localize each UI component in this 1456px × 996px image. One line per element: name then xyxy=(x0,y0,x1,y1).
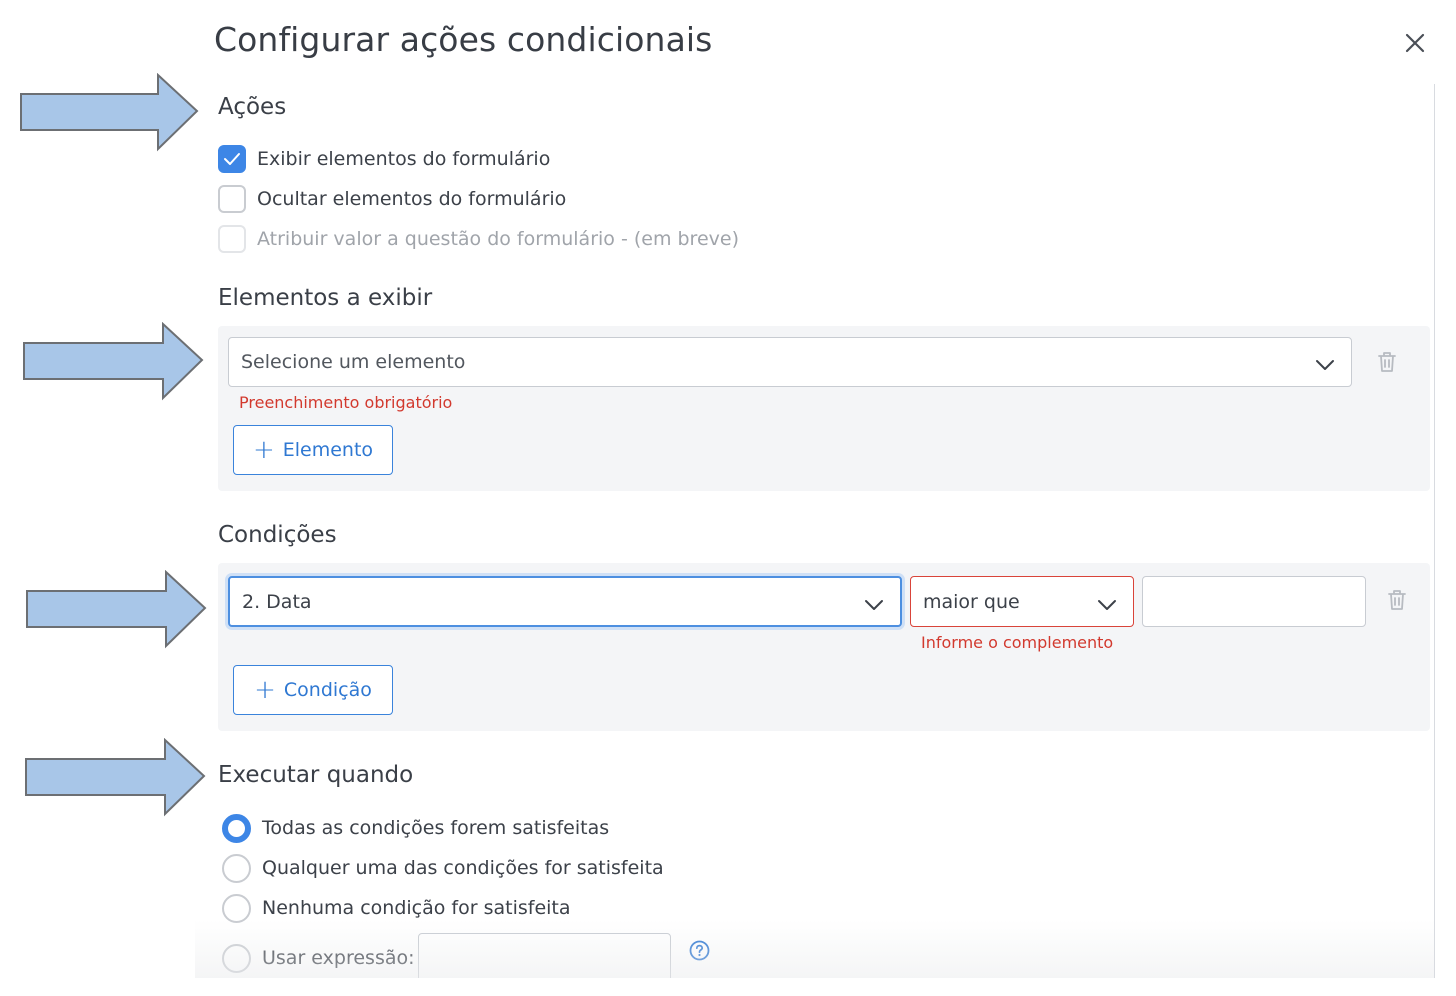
checkbox-disabled xyxy=(218,225,246,253)
element-error-message: Preenchimento obrigatório xyxy=(239,393,453,412)
checkbox-checked[interactable] xyxy=(218,145,246,173)
annotation-arrow-acoes-icon xyxy=(20,73,200,153)
condition-operator-select[interactable]: maior que xyxy=(910,576,1134,627)
checkbox-unchecked[interactable] xyxy=(218,185,246,213)
radio-unselected[interactable] xyxy=(222,853,251,883)
complement-error-message: Informe o complemento xyxy=(921,633,1114,652)
dialog-scroll-edge xyxy=(1434,84,1435,980)
checkbox-label-disabled: Atribuir valor a questão do formulário -… xyxy=(257,228,739,250)
section-title-executar: Executar quando xyxy=(218,762,414,788)
condition-operator-value: maior que xyxy=(923,590,1020,613)
radio-selected[interactable] xyxy=(222,813,251,843)
condition-field-value: 2. Data xyxy=(242,590,312,613)
radio-unselected[interactable] xyxy=(222,893,251,923)
help-icon[interactable] xyxy=(689,940,710,961)
checkbox-atribuir-valor: Atribuir valor a questão do formulário -… xyxy=(218,225,739,253)
chevron-down-icon xyxy=(864,595,884,617)
plus-icon: + xyxy=(254,675,276,705)
checkbox-label: Exibir elementos do formulário xyxy=(257,148,551,170)
annotation-arrow-executar-icon xyxy=(25,738,207,818)
add-condition-button[interactable]: + Condição xyxy=(233,665,393,715)
condition-complement-input[interactable] xyxy=(1142,576,1366,627)
add-element-button[interactable]: + Elemento xyxy=(233,425,393,475)
screenshot-bottom-edge xyxy=(0,978,1456,996)
element-select[interactable]: Selecione um elemento xyxy=(228,337,1352,387)
radio-label: Qualquer uma das condições for satisfeit… xyxy=(262,857,664,879)
radio-label: Todas as condições forem satisfeitas xyxy=(262,817,610,839)
radio-qualquer-condicao[interactable]: Qualquer uma das condições for satisfeit… xyxy=(222,853,664,883)
chevron-down-icon xyxy=(1315,355,1335,377)
radio-usar-expressao[interactable]: Usar expressão: xyxy=(222,943,415,973)
dialog-title: Configurar ações condicionais xyxy=(214,20,713,59)
radio-unselected[interactable] xyxy=(222,943,251,973)
plus-icon: + xyxy=(252,435,275,465)
section-title-acoes: Ações xyxy=(218,94,287,120)
section-title-elementos: Elementos a exibir xyxy=(218,285,433,311)
chevron-down-icon xyxy=(1097,595,1117,617)
annotation-arrow-elementos-icon xyxy=(23,322,205,402)
trash-icon[interactable] xyxy=(1376,350,1398,374)
condition-field-select[interactable]: 2. Data xyxy=(228,576,902,627)
annotation-arrow-condicoes-icon xyxy=(26,570,208,650)
element-select-placeholder: Selecione um elemento xyxy=(241,351,466,373)
radio-nenhuma-condicao[interactable]: Nenhuma condição for satisfeita xyxy=(222,893,571,923)
checkbox-ocultar-elementos[interactable]: Ocultar elementos do formulário xyxy=(218,185,566,213)
radio-label: Nenhuma condição for satisfeita xyxy=(262,897,571,919)
checkbox-label: Ocultar elementos do formulário xyxy=(257,188,567,210)
add-element-label: Elemento xyxy=(282,439,374,461)
radio-label: Usar expressão: xyxy=(262,947,415,969)
section-title-condicoes: Condições xyxy=(218,522,337,548)
checkbox-exibir-elementos[interactable]: Exibir elementos do formulário xyxy=(218,145,550,173)
close-icon[interactable] xyxy=(1402,30,1428,56)
radio-todas-condicoes[interactable]: Todas as condições forem satisfeitas xyxy=(222,813,609,843)
trash-icon[interactable] xyxy=(1386,588,1408,612)
add-condition-label: Condição xyxy=(283,679,372,701)
